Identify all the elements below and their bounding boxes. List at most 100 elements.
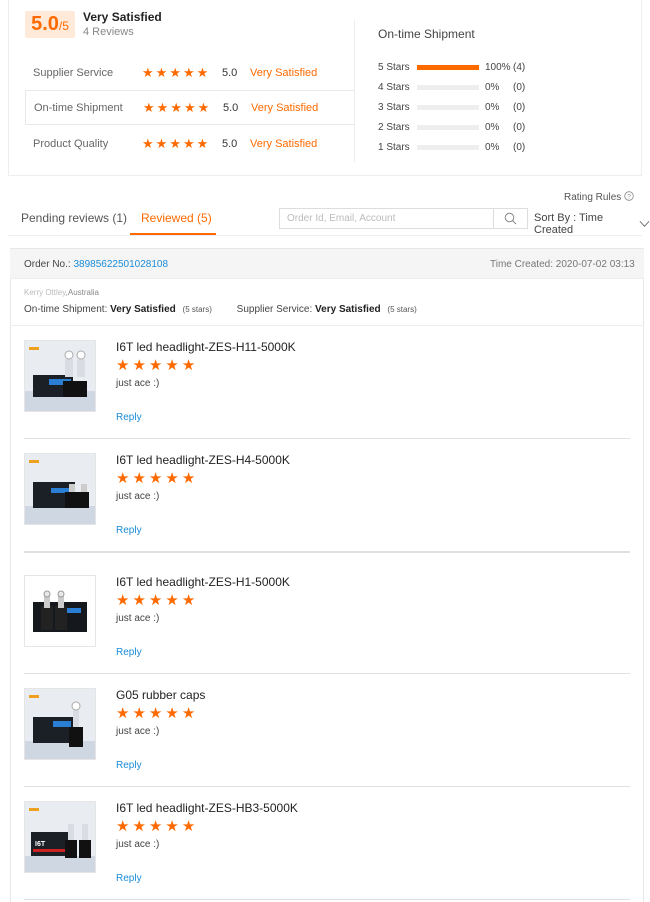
dimension-score: 5.0 <box>222 66 238 79</box>
review-count: 4 Reviews <box>83 26 134 38</box>
tab-pending-reviews[interactable]: Pending reviews (1) <box>21 211 127 225</box>
star-icon: ★ <box>116 818 131 835</box>
distribution-bar <box>417 124 479 130</box>
star-icon: ★ <box>181 705 197 722</box>
distribution-percent: 0% <box>485 121 500 133</box>
overall-score: 5.0 <box>31 13 59 35</box>
star-rating: ★ ★ ★ ★ ★ <box>143 100 223 116</box>
dimension-row-product-quality: Product Quality ★ ★ ★ ★ ★ 5.0 Very Satisfied <box>25 126 355 161</box>
distribution-count: (4) <box>513 61 526 73</box>
star-icon: ★ <box>196 64 209 80</box>
search-input[interactable] <box>279 208 493 229</box>
star-icon: ★ <box>132 357 147 374</box>
overall-score-max: /5 <box>58 19 69 33</box>
order-number: Order No.: 38985622501028108 <box>24 259 168 270</box>
star-icon: ★ <box>165 592 180 609</box>
star-icon: ★ <box>181 592 197 609</box>
product-title[interactable]: I6T led headlight-ZES-H11-5000K <box>116 340 296 354</box>
distribution-percent: 0% <box>485 81 500 93</box>
overall-score-badge: 5.0 /5 <box>25 11 75 38</box>
distribution-bar-fill <box>417 64 479 70</box>
overall-rating-text: Very Satisfied <box>83 10 162 24</box>
order-number-link[interactable]: 38985622501028108 <box>73 259 168 270</box>
distribution-percent: 0% <box>485 101 500 113</box>
review-item: I6T I6T led headlight-ZES-HB3-5000K ★ ★ ★ ★ ★ j… <box>24 787 630 900</box>
star-icon: ★ <box>132 470 147 487</box>
star-icon: ★ <box>148 592 164 609</box>
product-title[interactable]: G05 rubber caps <box>116 688 205 702</box>
star-icon: ★ <box>143 99 155 115</box>
product-thumbnail[interactable] <box>24 688 96 760</box>
reply-link[interactable]: Reply <box>116 412 142 423</box>
reply-link[interactable]: Reply <box>116 525 142 536</box>
search-button[interactable] <box>493 208 528 229</box>
dimension-row-on-time-shipment[interactable]: On-time Shipment ★ ★ ★ ★ ★ 5.0 Very Satisfie… <box>25 90 355 125</box>
star-icon: ★ <box>181 818 197 835</box>
item-star-rating: ★ ★ ★ ★ ★ <box>116 704 196 722</box>
distribution-label: 3 Stars <box>378 101 410 113</box>
star-icon: ★ <box>132 592 147 609</box>
star-icon: ★ <box>165 357 180 374</box>
review-item: I6T led headlight-ZES-H4-5000K ★ ★ ★ ★ ★ just … <box>24 439 630 552</box>
rating-rules-link[interactable]: Rating Rules ? <box>564 191 634 203</box>
star-icon: ★ <box>116 705 131 722</box>
search-icon <box>504 212 517 225</box>
distribution-bar <box>417 104 479 110</box>
distribution-title: On-time Shipment <box>378 27 475 41</box>
review-item: I6T led headlight-ZES-H11-5000K ★ ★ ★ ★ ★ just… <box>24 326 630 439</box>
product-thumbnail[interactable] <box>24 575 96 647</box>
dimension-score: 5.0 <box>223 101 239 114</box>
star-icon: ★ <box>196 135 209 151</box>
star-icon: ★ <box>142 135 154 151</box>
reply-link[interactable]: Reply <box>116 873 142 884</box>
reply-link[interactable]: Reply <box>116 760 142 771</box>
dimension-label: Supplier Service <box>33 66 114 79</box>
buyer-info: Kerry Ottley,Australia <box>24 288 99 297</box>
star-icon: ★ <box>182 64 195 80</box>
product-title[interactable]: I6T led headlight-ZES-HB3-5000K <box>116 801 298 815</box>
buyer-country: ,Australia <box>65 288 99 297</box>
distribution-count: (0) <box>513 81 526 93</box>
star-icon: ★ <box>165 818 180 835</box>
active-tab-indicator <box>130 233 216 235</box>
star-icon: ★ <box>132 705 147 722</box>
product-thumbnail[interactable] <box>24 340 96 412</box>
star-icon: ★ <box>181 470 197 487</box>
review-item: I6T led headlight-ZES-H1-5000K ★ ★ ★ ★ ★ just … <box>24 561 630 674</box>
distribution-bar <box>417 84 479 90</box>
star-icon: ★ <box>148 818 164 835</box>
review-comment: just ace :) <box>116 378 160 389</box>
order-number-label: Order No.: <box>24 259 71 270</box>
product-thumbnail[interactable]: I6T <box>24 801 96 873</box>
tab-reviewed[interactable]: Reviewed (5) <box>141 211 212 225</box>
star-icon: ★ <box>197 99 210 115</box>
star-icon: ★ <box>165 470 180 487</box>
star-icon: ★ <box>116 592 131 609</box>
dimension-row-supplier-service: Supplier Service ★ ★ ★ ★ ★ 5.0 Very Satisfie… <box>25 55 355 90</box>
distribution-bar <box>417 64 479 70</box>
star-icon: ★ <box>142 64 154 80</box>
buyer-name: Kerry Ottley <box>24 288 66 297</box>
item-star-rating: ★ ★ ★ ★ ★ <box>116 469 196 487</box>
star-icon: ★ <box>169 64 181 80</box>
item-star-rating: ★ ★ ★ ★ ★ <box>116 591 196 609</box>
item-star-rating: ★ ★ ★ ★ ★ <box>116 817 196 835</box>
product-thumbnail[interactable] <box>24 453 96 525</box>
supplier-label: Supplier Service: <box>236 304 313 315</box>
item-divider <box>24 552 630 553</box>
product-title[interactable]: I6T led headlight-ZES-H1-5000K <box>116 575 290 589</box>
reply-link[interactable]: Reply <box>116 647 142 658</box>
star-icon: ★ <box>156 99 169 115</box>
distribution-label: 2 Stars <box>378 121 410 133</box>
product-title[interactable]: I6T led headlight-ZES-H4-5000K <box>116 453 290 467</box>
distribution-row: 4 Stars 0% (0) <box>378 79 533 95</box>
review-item: G05 rubber caps ★ ★ ★ ★ ★ just ace :) Reply <box>24 674 630 787</box>
distribution-label: 4 Stars <box>378 81 410 93</box>
sort-by-dropdown[interactable]: Sort By : Time Created <box>534 212 650 236</box>
dimension-score: 5.0 <box>222 137 238 150</box>
star-rating: ★ ★ ★ ★ ★ <box>142 136 222 152</box>
supplier-stars: (5 stars) <box>387 305 417 314</box>
distribution-count: (0) <box>513 101 526 113</box>
star-icon: ★ <box>165 705 180 722</box>
dimension-text: Very Satisfied <box>250 66 318 79</box>
